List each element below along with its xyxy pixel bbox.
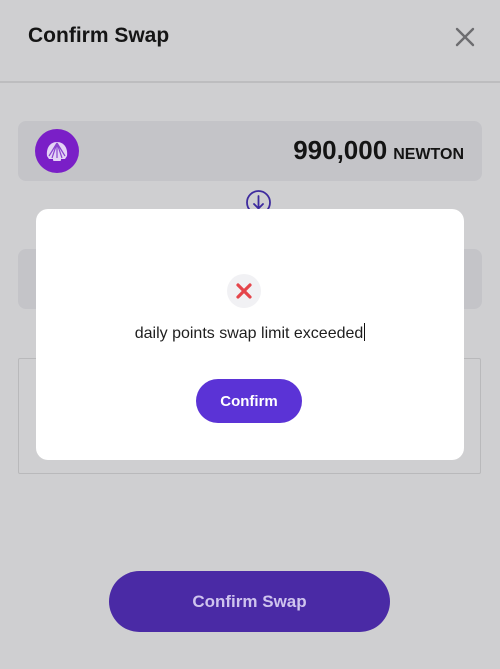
confirm-swap-button[interactable]: Confirm Swap [109,571,390,632]
header: Confirm Swap [0,0,500,83]
shell-icon [46,142,68,161]
from-unit: NEWTON [393,146,464,163]
text-caret [364,323,366,341]
error-message-line: daily points swap limit exceeded [36,323,464,343]
from-amount: 990,000 [293,135,388,165]
error-message: daily points swap limit exceeded [134,325,364,342]
modal-confirm-button[interactable]: Confirm [196,379,302,423]
page-title: Confirm Swap [28,24,170,47]
error-icon-badge [227,274,261,308]
error-x-icon [236,283,252,299]
error-modal: daily points swap limit exceeded Confirm [36,209,464,460]
close-icon [455,27,475,47]
from-amount-group: 990,000 NEWTON [293,135,464,166]
from-token-card: 990,000 NEWTON [18,121,482,181]
close-button[interactable] [452,24,478,50]
token-logo [35,129,79,173]
